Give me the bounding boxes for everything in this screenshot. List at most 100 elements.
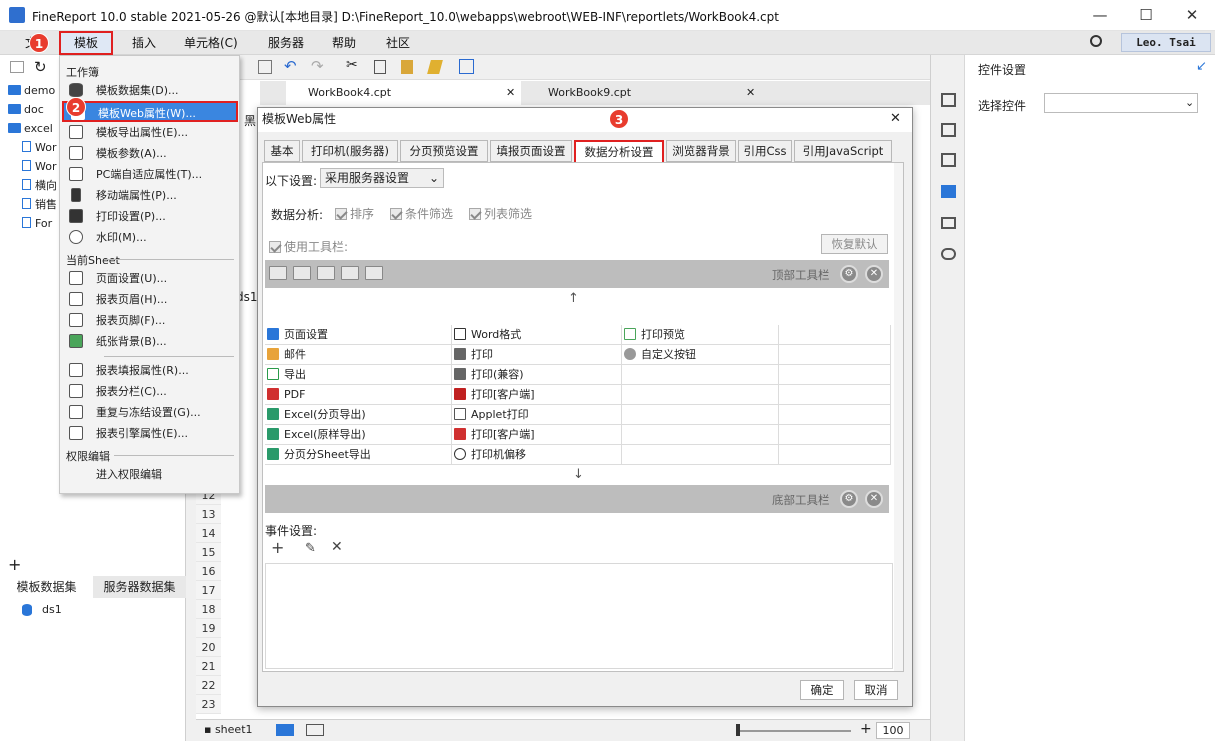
- menu-item-web-attr[interactable]: 模板Web属性(W)...: [62, 101, 238, 122]
- add-dataset-icon[interactable]: +: [8, 555, 21, 574]
- save-icon[interactable]: [258, 60, 272, 74]
- menu-item-footer[interactable]: 报表页脚(F)...: [62, 310, 238, 331]
- file-tab-workbook9[interactable]: WorkBook9.cpt ✕: [526, 81, 761, 105]
- tab-template-datasets[interactable]: 模板数据集: [0, 576, 93, 598]
- menu-item-pc-adaptive[interactable]: PC端自适应属性(T)...: [62, 164, 238, 185]
- toolbar-settings-icon[interactable]: ⚙: [840, 490, 858, 508]
- menu-help[interactable]: 帮助: [332, 31, 356, 55]
- setting-select[interactable]: 采用服务器设置 ⌄: [320, 168, 444, 188]
- tree-file[interactable]: 销售: [8, 196, 57, 214]
- condition-filter-checkbox[interactable]: 条件筛选: [390, 205, 453, 222]
- tree-folder-demo[interactable]: demo: [8, 82, 55, 100]
- tree-folder-doc[interactable]: doc: [8, 101, 44, 119]
- row-number[interactable]: 16: [196, 562, 221, 581]
- menu-item-engine[interactable]: 报表引擎属性(E)...: [62, 423, 238, 444]
- tree-folder-excel[interactable]: excel: [8, 120, 53, 138]
- user-badge[interactable]: Leo. Tsai: [1121, 33, 1211, 52]
- sort-checkbox[interactable]: 排序: [335, 205, 374, 222]
- table-cell[interactable]: Excel(原样导出): [265, 425, 452, 445]
- widget-icon[interactable]: [941, 185, 956, 198]
- table-cell[interactable]: 打印预览: [622, 325, 779, 345]
- cell-attr-icon[interactable]: [941, 93, 956, 107]
- table-cell[interactable]: 打印[客户端]: [452, 425, 622, 445]
- row-number[interactable]: 13: [196, 505, 221, 524]
- toolbar-remove-icon[interactable]: ✕: [865, 490, 883, 508]
- minimize-button[interactable]: —: [1077, 0, 1123, 31]
- toolbar-mail-icon[interactable]: [365, 266, 383, 280]
- event-list[interactable]: [265, 563, 893, 669]
- menu-item-freeze[interactable]: 重复与冻结设置(G)...: [62, 402, 238, 423]
- menu-item-fill-attr[interactable]: 报表填报属性(R)...: [62, 360, 238, 381]
- tab-basic[interactable]: 基本: [264, 140, 300, 162]
- table-cell[interactable]: 打印机偏移: [452, 445, 622, 465]
- border-icon[interactable]: [941, 153, 956, 167]
- row-number[interactable]: 22: [196, 676, 221, 695]
- tab-css[interactable]: 引用Css: [738, 140, 792, 162]
- cell-element-icon[interactable]: [941, 123, 956, 137]
- zoom-in-icon[interactable]: +: [860, 721, 872, 737]
- search-icon[interactable]: [1090, 35, 1102, 47]
- tab-server-datasets[interactable]: 服务器数据集: [93, 576, 186, 598]
- menu-item-page-setup[interactable]: 页面设置(U)...: [62, 268, 238, 289]
- menu-item-watermark[interactable]: 水印(M)...: [62, 227, 238, 248]
- menu-template[interactable]: 模板: [59, 31, 113, 55]
- dialog-close-button[interactable]: ✕: [890, 108, 901, 130]
- table-cell[interactable]: 自定义按钮: [622, 345, 779, 365]
- tab-printer[interactable]: 打印机(服务器): [302, 140, 398, 162]
- condition-icon[interactable]: [941, 217, 956, 229]
- maximize-button[interactable]: ☐: [1123, 0, 1169, 31]
- toolbar-page-icon[interactable]: [269, 266, 287, 280]
- menu-item-print-settings[interactable]: 打印设置(P)...: [62, 206, 238, 227]
- table-cell[interactable]: 打印: [452, 345, 622, 365]
- refresh-icon[interactable]: ↻: [34, 58, 47, 76]
- table-cell[interactable]: 导出: [265, 365, 452, 385]
- table-cell[interactable]: 分页分Sheet导出: [265, 445, 452, 465]
- list-filter-checkbox[interactable]: 列表筛选: [469, 205, 532, 222]
- menu-server[interactable]: 服务器: [268, 31, 304, 55]
- table-cell[interactable]: Word格式: [452, 325, 622, 345]
- menu-item-export-attr[interactable]: 模板导出属性(E)...: [62, 122, 238, 143]
- toolbar-settings-icon[interactable]: ⚙: [840, 265, 858, 283]
- redo-icon[interactable]: ↷: [311, 57, 324, 75]
- tab-fill-page[interactable]: 填报页面设置: [490, 140, 572, 162]
- undo-icon[interactable]: ↶: [284, 57, 297, 75]
- menu-item-paper-bg[interactable]: 纸张背景(B)...: [62, 331, 238, 352]
- close-tab-icon[interactable]: ✕: [506, 81, 515, 105]
- tab-page-preview[interactable]: 分页预览设置: [400, 140, 488, 162]
- cut-icon[interactable]: ✂: [346, 57, 358, 73]
- zoom-field[interactable]: 100: [876, 722, 910, 739]
- file-tab-workbook4[interactable]: WorkBook4.cpt ✕: [286, 81, 521, 105]
- row-number[interactable]: 21: [196, 657, 221, 676]
- collapse-arrow-icon[interactable]: ↙: [1196, 59, 1207, 74]
- row-number[interactable]: 20: [196, 638, 221, 657]
- move-down-icon[interactable]: ↓: [573, 467, 584, 482]
- table-cell[interactable]: 打印(兼容): [452, 365, 622, 385]
- zoom-slider-thumb[interactable]: [736, 724, 740, 736]
- row-number[interactable]: 17: [196, 581, 221, 600]
- cancel-button[interactable]: 取消: [854, 680, 898, 700]
- table-cell[interactable]: 页面设置: [265, 325, 452, 345]
- table-cell[interactable]: 打印[客户端]: [452, 385, 622, 405]
- add-sheet-icon[interactable]: [276, 724, 294, 736]
- table-cell[interactable]: PDF: [265, 385, 452, 405]
- hyperlink-icon[interactable]: [941, 248, 956, 260]
- edit-event-icon[interactable]: ✎: [305, 541, 316, 556]
- tree-file[interactable]: Wor: [8, 158, 56, 176]
- widget-select[interactable]: ⌄: [1044, 93, 1198, 113]
- text-box-icon[interactable]: [459, 59, 474, 74]
- new-folder-icon[interactable]: [10, 61, 24, 73]
- row-number[interactable]: 19: [196, 619, 221, 638]
- menu-item-columns[interactable]: 报表分栏(C)...: [62, 381, 238, 402]
- toolbar-print-icon[interactable]: [317, 266, 335, 280]
- ok-button[interactable]: 确定: [800, 680, 844, 700]
- close-window-button[interactable]: ✕: [1169, 0, 1215, 31]
- copy-icon[interactable]: [374, 60, 386, 74]
- tree-file[interactable]: 横向: [8, 177, 57, 195]
- menu-item-dataset[interactable]: 模板数据集(D)...: [62, 80, 238, 101]
- table-cell[interactable]: Excel(分页导出): [265, 405, 452, 425]
- table-cell[interactable]: Applet打印: [452, 405, 622, 425]
- close-tab-icon[interactable]: ✕: [746, 81, 755, 105]
- format-brush-icon[interactable]: [427, 60, 443, 74]
- restore-default-button[interactable]: 恢复默认: [821, 234, 888, 254]
- tab-browser-bg[interactable]: 浏览器背景: [666, 140, 736, 162]
